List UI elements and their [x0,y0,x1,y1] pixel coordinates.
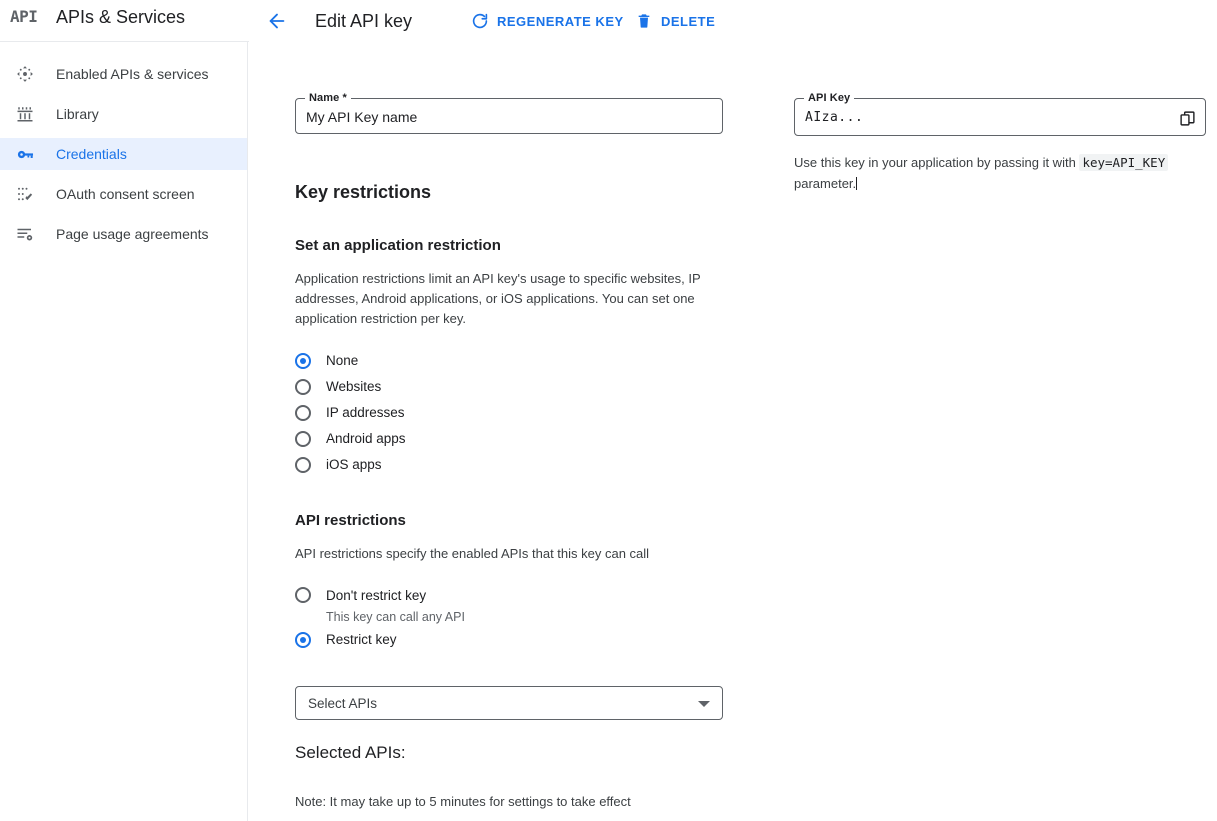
right-column: API Key AIza... Use this key in your app… [794,98,1206,194]
sidebar-item-label: Enabled APIs & services [56,66,209,82]
radio-option-ip-addresses[interactable]: IP addresses [295,405,725,431]
regenerate-key-button[interactable]: REGENERATE KEY [471,7,624,35]
radio-option-android-apps[interactable]: Android apps [295,431,725,457]
name-field[interactable]: Name * My API Key name [295,98,723,134]
radio-option-ios-apps[interactable]: iOS apps [295,457,725,483]
api-key-field-value: AIza... [805,99,863,137]
api-restriction-radio-group: Don't restrict key This key can call any… [295,582,725,658]
app-root: API APIs & Services Edit API key REGENER… [0,0,1217,821]
delete-label: DELETE [661,14,715,29]
settings-note: Note: It may take up to 5 minutes for se… [295,793,725,811]
application-restriction-description: Application restrictions limit an API ke… [295,269,713,329]
api-key-help-suffix: parameter. [794,176,856,191]
library-icon [14,103,36,125]
api-restrictions-description: API restrictions specify the enabled API… [295,544,713,564]
arrow-back-icon [266,10,288,32]
api-key-help-prefix: Use this key in your application by pass… [794,155,1076,170]
select-apis-value: Select APIs [308,687,377,721]
sidebar-item-credentials[interactable]: Credentials [0,138,247,170]
regenerate-key-label: REGENERATE KEY [497,14,624,29]
back-button[interactable] [265,9,289,33]
key-icon [14,143,36,165]
sidebar-item-label: Page usage agreements [56,226,209,242]
radio-option-dont-restrict-key[interactable]: Don't restrict key This key can call any… [295,582,725,626]
application-restriction-radio-group: None Websites IP addresses Android apps … [295,353,725,483]
radio-indicator[interactable] [295,353,311,369]
left-column: Name * My API Key name Key restrictions … [295,98,725,821]
app-title: APIs & Services [56,7,185,28]
radio-label: Restrict key [326,632,397,647]
radio-label: Websites [326,379,381,394]
refresh-icon [471,12,489,30]
key-restrictions-heading: Key restrictions [295,181,725,203]
sidebar: Enabled APIs & services Library [0,42,248,821]
sidebar-item-enabled-apis[interactable]: Enabled APIs & services [0,58,247,90]
api-logo-icon: API [10,9,37,25]
selected-apis-heading: Selected APIs: [295,742,725,764]
page-title: Edit API key [315,11,412,32]
chevron-down-icon [698,701,710,707]
radio-option-websites[interactable]: Websites [295,379,725,405]
main-content: Name * My API Key name Key restrictions … [249,43,1217,821]
api-restrictions-heading: API restrictions [295,511,725,531]
enabled-apis-icon [14,63,36,85]
application-restriction-heading: Set an application restriction [295,236,725,256]
radio-indicator[interactable] [295,632,311,648]
sidebar-item-page-usage-agreements[interactable]: Page usage agreements [0,218,247,250]
radio-sublabel: This key can call any API [326,608,465,626]
radio-label: Don't restrict key [326,588,426,603]
sidebar-item-library[interactable]: Library [0,98,247,130]
radio-label: None [326,353,358,368]
sidebar-item-label: Credentials [56,146,127,162]
select-apis-dropdown[interactable]: Select APIs [295,686,723,720]
text-caret [856,177,857,190]
brand[interactable]: API [10,9,37,25]
trash-icon [635,12,653,30]
oauth-consent-icon [14,183,36,205]
content-header: Edit API key REGENERATE KEY DELETE [249,0,1217,42]
api-key-help-code: key=API_KEY [1079,154,1168,171]
name-field-value: My API Key name [306,99,417,135]
copy-icon[interactable] [1177,108,1197,128]
radio-indicator[interactable] [295,405,311,421]
radio-indicator[interactable] [295,379,311,395]
sidebar-item-oauth-consent-screen[interactable]: OAuth consent screen [0,178,247,210]
radio-label: IP addresses [326,405,405,420]
sidebar-item-label: OAuth consent screen [56,186,195,202]
delete-button[interactable]: DELETE [635,7,715,35]
radio-indicator[interactable] [295,587,311,603]
radio-label: Android apps [326,431,406,446]
api-key-help-text: Use this key in your application by pass… [794,152,1194,194]
radio-indicator[interactable] [295,457,311,473]
radio-option-restrict-key[interactable]: Restrict key [295,632,725,658]
sidebar-item-label: Library [56,106,99,122]
api-key-field[interactable]: API Key AIza... [794,98,1206,136]
radio-label: iOS apps [326,457,382,472]
radio-indicator[interactable] [295,431,311,447]
page-usage-icon [14,223,36,245]
radio-option-none[interactable]: None [295,353,725,379]
